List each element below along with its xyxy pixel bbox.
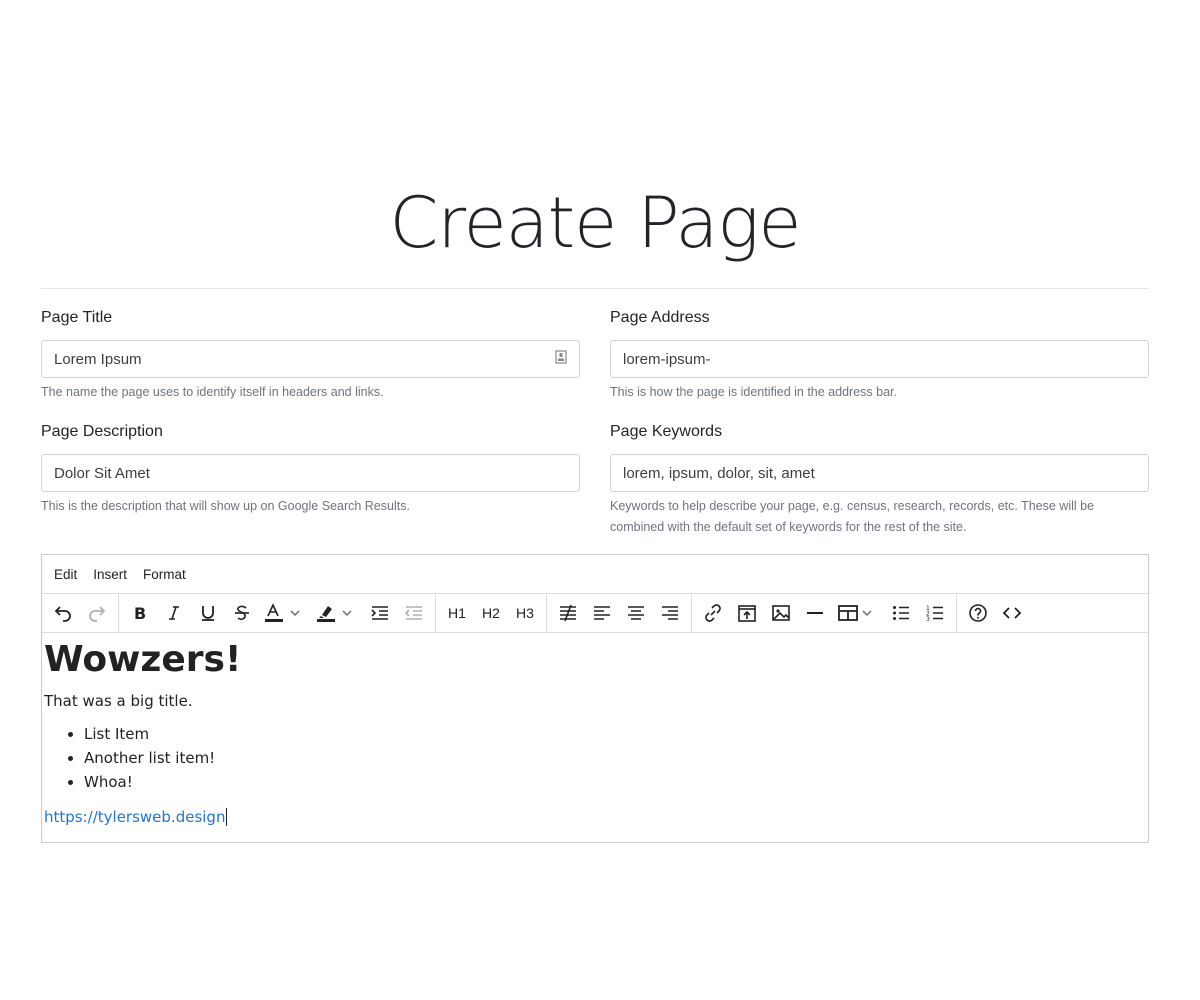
- page-keywords-help: Keywords to help describe your page, e.g…: [610, 499, 1095, 534]
- heading2-label: H2: [482, 605, 500, 621]
- page-description-input[interactable]: Dolor Sit Amet: [41, 454, 580, 492]
- autofill-icon[interactable]: [555, 350, 567, 368]
- heading3-button[interactable]: H3: [508, 598, 542, 628]
- page-keywords-value: lorem, ipsum, dolor, sit, amet: [623, 464, 815, 482]
- editor-menubar: Edit Insert Format: [42, 555, 1148, 594]
- highlight-color-icon[interactable]: [311, 598, 363, 628]
- help-icon[interactable]: [961, 598, 995, 628]
- clear-formatting-icon[interactable]: [551, 598, 585, 628]
- list-item: Another list item!: [84, 746, 1146, 770]
- format-group: B: [119, 593, 436, 633]
- align-left-icon[interactable]: [585, 598, 619, 628]
- page-keywords-field: Page Keywords lorem, ipsum, dolor, sit, …: [610, 421, 1149, 538]
- bold-icon[interactable]: B: [123, 598, 157, 628]
- embed-upload-icon[interactable]: [730, 598, 764, 628]
- link-icon[interactable]: [696, 598, 730, 628]
- insert-group: 123: [692, 593, 957, 633]
- page-address-value: lorem-ipsum-: [623, 350, 711, 368]
- page-title-help: The name the page uses to identify itsel…: [41, 385, 384, 399]
- divider: [41, 288, 1149, 289]
- content-link[interactable]: https://tylersweb.design: [44, 808, 228, 826]
- table-icon[interactable]: [832, 598, 884, 628]
- menu-edit[interactable]: Edit: [54, 567, 77, 582]
- align-right-icon[interactable]: [653, 598, 687, 628]
- align-group: [547, 593, 692, 633]
- list-item: Whoa!: [84, 770, 1146, 794]
- svg-text:B: B: [134, 604, 146, 622]
- svg-text:3: 3: [926, 616, 930, 622]
- heading3-label: H3: [516, 605, 534, 621]
- page-description-value: Dolor Sit Amet: [54, 464, 150, 482]
- redo-icon[interactable]: [80, 598, 114, 628]
- page-address-help: This is how the page is identified in th…: [610, 385, 897, 399]
- menu-format[interactable]: Format: [143, 567, 186, 582]
- content-bullet-list: List Item Another list item! Whoa!: [44, 722, 1146, 794]
- text-color-icon[interactable]: [259, 598, 311, 628]
- content-heading: Wowzers!: [44, 639, 242, 680]
- page-description-label: Page Description: [41, 423, 163, 440]
- undo-icon[interactable]: [46, 598, 80, 628]
- page-address-label: Page Address: [610, 309, 710, 326]
- history-group: [42, 593, 119, 633]
- page-title-value: Lorem Ipsum: [54, 350, 142, 368]
- page-keywords-input[interactable]: lorem, ipsum, dolor, sit, amet: [610, 454, 1149, 492]
- horizontal-rule-icon[interactable]: [798, 598, 832, 628]
- content-paragraph: That was a big title.: [44, 692, 193, 710]
- page-address-field: Page Address lorem-ipsum- This is how th…: [610, 307, 1149, 403]
- menu-insert[interactable]: Insert: [93, 567, 127, 582]
- align-center-icon[interactable]: [619, 598, 653, 628]
- editor-toolbar: B H1 H2 H3 1 2 3: [42, 593, 1148, 633]
- page-description-field: Page Description Dolor Sit Amet This is …: [41, 421, 580, 517]
- page-title-label: Page Title: [41, 309, 113, 326]
- page-description-help: This is the description that will show u…: [41, 499, 410, 513]
- heading1-button[interactable]: H1: [440, 598, 474, 628]
- list-item: List Item: [84, 722, 1146, 746]
- page-title-field: Page Title Lorem Ipsum The name the page…: [41, 307, 580, 403]
- rich-text-editor: Edit Insert Format B H1 H2 H3 1 2 3 Wowz…: [41, 554, 1149, 843]
- italic-icon[interactable]: [157, 598, 191, 628]
- heading1-label: H1: [448, 605, 466, 621]
- outdent-icon[interactable]: [397, 598, 431, 628]
- source-code-icon[interactable]: [995, 598, 1029, 628]
- indent-icon[interactable]: [363, 598, 397, 628]
- page-title-input[interactable]: Lorem Ipsum: [41, 340, 580, 378]
- page-keywords-label: Page Keywords: [610, 423, 723, 440]
- heading-group: H1 H2 H3: [436, 593, 547, 633]
- strikethrough-icon[interactable]: [225, 598, 259, 628]
- help-group: [957, 594, 1033, 633]
- underline-icon[interactable]: [191, 598, 225, 628]
- page-title: Create Page: [389, 182, 802, 264]
- image-icon[interactable]: [764, 598, 798, 628]
- bullet-list-icon[interactable]: [884, 598, 918, 628]
- page-address-input[interactable]: lorem-ipsum-: [610, 340, 1149, 378]
- editor-content-area[interactable]: Wowzers! That was a big title. List Item…: [42, 633, 1148, 831]
- numbered-list-icon[interactable]: 123: [918, 598, 952, 628]
- heading2-button[interactable]: H2: [474, 598, 508, 628]
